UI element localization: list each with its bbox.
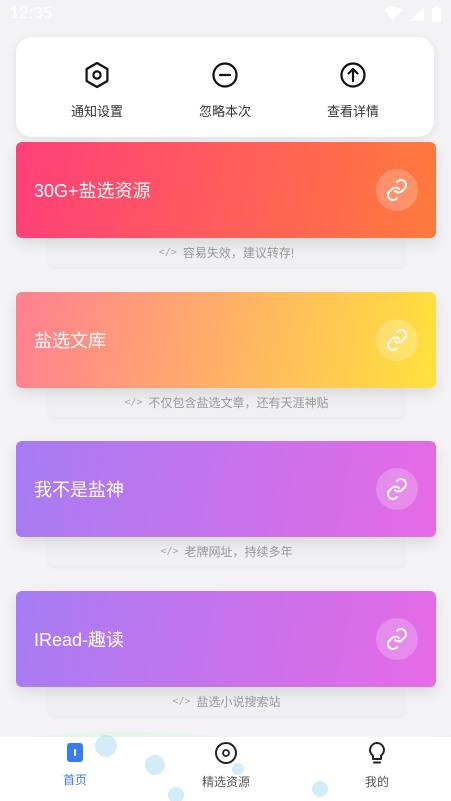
- status-bar: 12:35: [0, 0, 451, 30]
- notification-settings-label: 通知设置: [70, 104, 123, 119]
- decorative-bubble: [145, 755, 165, 775]
- resource-subtitle-strip: </> 不仅包含盐选文章，还有天涯神贴: [48, 387, 405, 417]
- resource-subtitle-strip: </> 老牌网址，持续多年: [48, 536, 405, 566]
- resource-title: IRead-趣读: [34, 630, 125, 650]
- resource-title: 30G+盐选资源: [34, 181, 151, 201]
- status-time: 12:35: [10, 5, 53, 22]
- bottom-navigation: 首页 精选资源 我的: [0, 735, 451, 801]
- hexagon-settings-icon: [85, 61, 109, 89]
- link-button[interactable]: [376, 618, 418, 660]
- nav-item-home[interactable]: 首页: [15, 741, 135, 788]
- ignore-once-button[interactable]: 忽略本次: [170, 37, 280, 137]
- resource-subtitle-strip: </> 容易失效，建议转存!: [48, 237, 405, 267]
- resource-card-1[interactable]: 30G+盐选资源: [16, 142, 436, 238]
- nav-item-featured[interactable]: 精选资源: [166, 741, 286, 790]
- resource-subtitle: 不仅包含盐选文章，还有天涯神贴: [148, 395, 329, 410]
- resource-subtitle-strip: </> 盐选小说搜索站: [48, 686, 405, 716]
- nav-item-mine[interactable]: 我的: [317, 741, 437, 790]
- resource-card-4[interactable]: IRead-趣读: [16, 591, 436, 687]
- link-button[interactable]: [376, 468, 418, 510]
- notification-settings-button[interactable]: 通知设置: [42, 37, 152, 137]
- notification-card: 通知设置 忽略本次 查看详情: [16, 37, 434, 137]
- resource-title: 盐选文库: [34, 331, 106, 351]
- nav-label-mine: 我的: [364, 775, 389, 789]
- code-icon: </>: [124, 396, 143, 408]
- link-button[interactable]: [376, 319, 418, 361]
- nav-label-featured: 精选资源: [201, 775, 250, 789]
- resource-card-2[interactable]: 盐选文库: [16, 292, 436, 388]
- arrow-up-circle-icon: [340, 62, 366, 88]
- link-icon: [387, 329, 407, 351]
- status-icons: [384, 6, 441, 22]
- code-icon: </>: [158, 246, 177, 258]
- home-icon: [67, 743, 83, 762]
- resource-subtitle: 盐选小说搜索站: [196, 694, 281, 709]
- signal-icon: [410, 7, 424, 21]
- bulb-icon: [369, 742, 385, 764]
- view-details-button[interactable]: 查看详情: [298, 37, 408, 137]
- minus-circle-icon: [212, 62, 238, 88]
- nav-label-home: 首页: [62, 773, 87, 787]
- link-icon: [387, 179, 407, 201]
- link-icon: [387, 628, 407, 650]
- ignore-once-label: 忽略本次: [198, 104, 251, 119]
- link-icon: [387, 478, 407, 500]
- link-button[interactable]: [376, 169, 418, 211]
- view-details-label: 查看详情: [326, 104, 379, 119]
- compass-icon: [215, 742, 237, 764]
- code-icon: </>: [160, 545, 179, 557]
- battery-icon: [432, 6, 441, 22]
- resource-subtitle: 老牌网址，持续多年: [184, 544, 293, 559]
- resource-title: 我不是盐神: [34, 480, 124, 500]
- wifi-icon: [384, 7, 402, 20]
- code-icon: </>: [172, 695, 191, 707]
- resource-subtitle: 容易失效，建议转存!: [182, 245, 295, 260]
- resource-card-3[interactable]: 我不是盐神: [16, 441, 436, 537]
